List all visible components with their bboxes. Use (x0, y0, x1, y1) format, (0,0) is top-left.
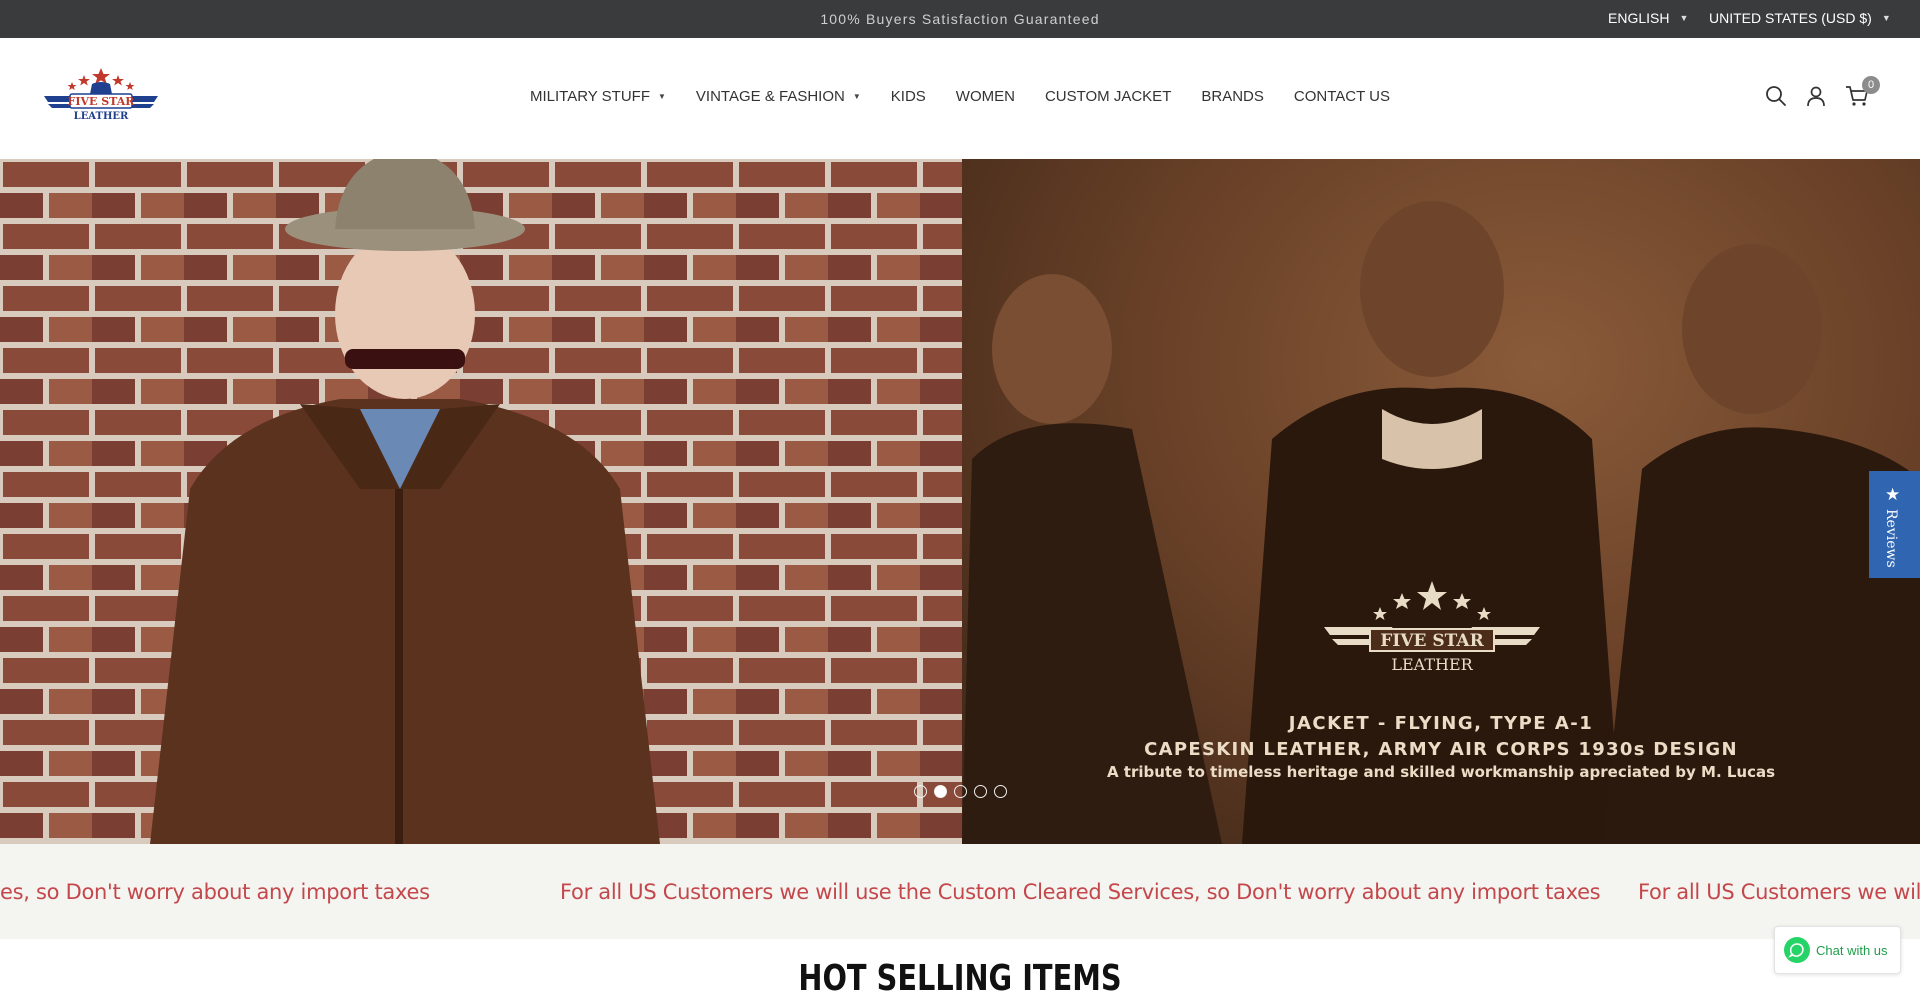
svg-text:LEATHER: LEATHER (1391, 655, 1473, 674)
nav-label: BRANDS (1201, 88, 1264, 105)
search-icon[interactable] (1765, 85, 1787, 107)
caret-down-icon: ▼ (658, 92, 666, 101)
brick-wall-photo (0, 159, 962, 844)
hero-caption-title: JACKET - FLYING, TYPE A-1 (1288, 713, 1594, 734)
chevron-down-icon: ▼ (1881, 13, 1891, 23)
scrolling-announcement: es, so Don't worry about any import taxe… (0, 844, 1920, 939)
whatsapp-chat-button[interactable]: Chat with us (1774, 926, 1901, 974)
nav-brands[interactable]: BRANDS (1186, 88, 1279, 105)
hero-image-model-jacket (0, 159, 962, 844)
svg-text:FIVE STAR: FIVE STAR (1380, 631, 1484, 651)
nav-label: CONTACT US (1293, 88, 1390, 105)
nav-vintage-fashion[interactable]: VINTAGE & FASHION ▼ (681, 88, 876, 105)
main-navigation: MILITARY STUFF ▼ VINTAGE & FASHION ▼ KID… (0, 88, 1920, 105)
hero-caption-tagline: A tribute to timeless heritage and skill… (1106, 763, 1776, 781)
whatsapp-icon (1784, 937, 1810, 963)
reviews-tab[interactable]: ★ Reviews (1869, 471, 1920, 578)
chat-label: Chat with us (1816, 942, 1888, 958)
nav-label: VINTAGE & FASHION (695, 88, 845, 105)
reviews-label: Reviews (1883, 509, 1899, 568)
hero-slideshow: FIVE STAR LEATHER JACKET - FLYING, TYPE … (0, 159, 1920, 844)
currency-selector[interactable]: UNITED STATES (USD $) ▼ (1709, 10, 1891, 26)
five-star-leather-logo: FIVE STAR LEATHER (1324, 581, 1540, 674)
announcement-bar: 100% Buyers Satisfaction Guaranteed ENGL… (0, 0, 1920, 38)
slide-dot-4[interactable] (974, 785, 987, 798)
nav-custom-jacket[interactable]: CUSTOM JACKET (1030, 88, 1186, 105)
slide-dot-5[interactable] (994, 785, 1007, 798)
slideshow-dots (914, 785, 1007, 798)
nav-label: MILITARY STUFF (529, 88, 650, 105)
chevron-down-icon: ▼ (1679, 13, 1689, 23)
slide-dot-1[interactable] (914, 785, 927, 798)
svg-text:LEATHER: LEATHER (74, 111, 129, 122)
marquee-text: For all US Customers we will use (1638, 880, 1920, 904)
nav-label: WOMEN (955, 88, 1015, 105)
currency-label: UNITED STATES (USD $) (1709, 10, 1872, 26)
nav-kids[interactable]: KIDS (876, 88, 941, 105)
language-label: ENGLISH (1608, 10, 1670, 26)
account-icon[interactable] (1805, 85, 1827, 107)
slide-dot-2[interactable] (934, 785, 947, 798)
cart-button[interactable]: 0 (1845, 76, 1880, 107)
marquee-text: es, so Don't worry about any import taxe… (0, 880, 430, 904)
cart-count-badge: 0 (1862, 76, 1880, 94)
header-icons: 0 (1765, 76, 1880, 107)
caret-down-icon: ▼ (852, 92, 861, 101)
star-icon: ★ (1885, 485, 1901, 504)
hero-caption-subtitle: CAPESKIN LEATHER, ARMY AIR CORPS 1930s D… (1144, 739, 1738, 760)
nav-contact-us[interactable]: CONTACT US (1279, 88, 1405, 105)
nav-label: CUSTOM JACKET (1044, 88, 1172, 105)
marquee-text: For all US Customers we will use the Cus… (560, 880, 1601, 904)
slide-dot-3[interactable] (954, 785, 967, 798)
nav-label: KIDS (890, 88, 926, 105)
language-selector[interactable]: ENGLISH ▼ (1608, 10, 1688, 26)
nav-women[interactable]: WOMEN (941, 88, 1030, 105)
site-header: FIVE STAR LEATHER MILITARY STUFF ▼ VINTA… (0, 38, 1920, 159)
nav-military-stuff[interactable]: MILITARY STUFF ▼ (515, 88, 681, 105)
